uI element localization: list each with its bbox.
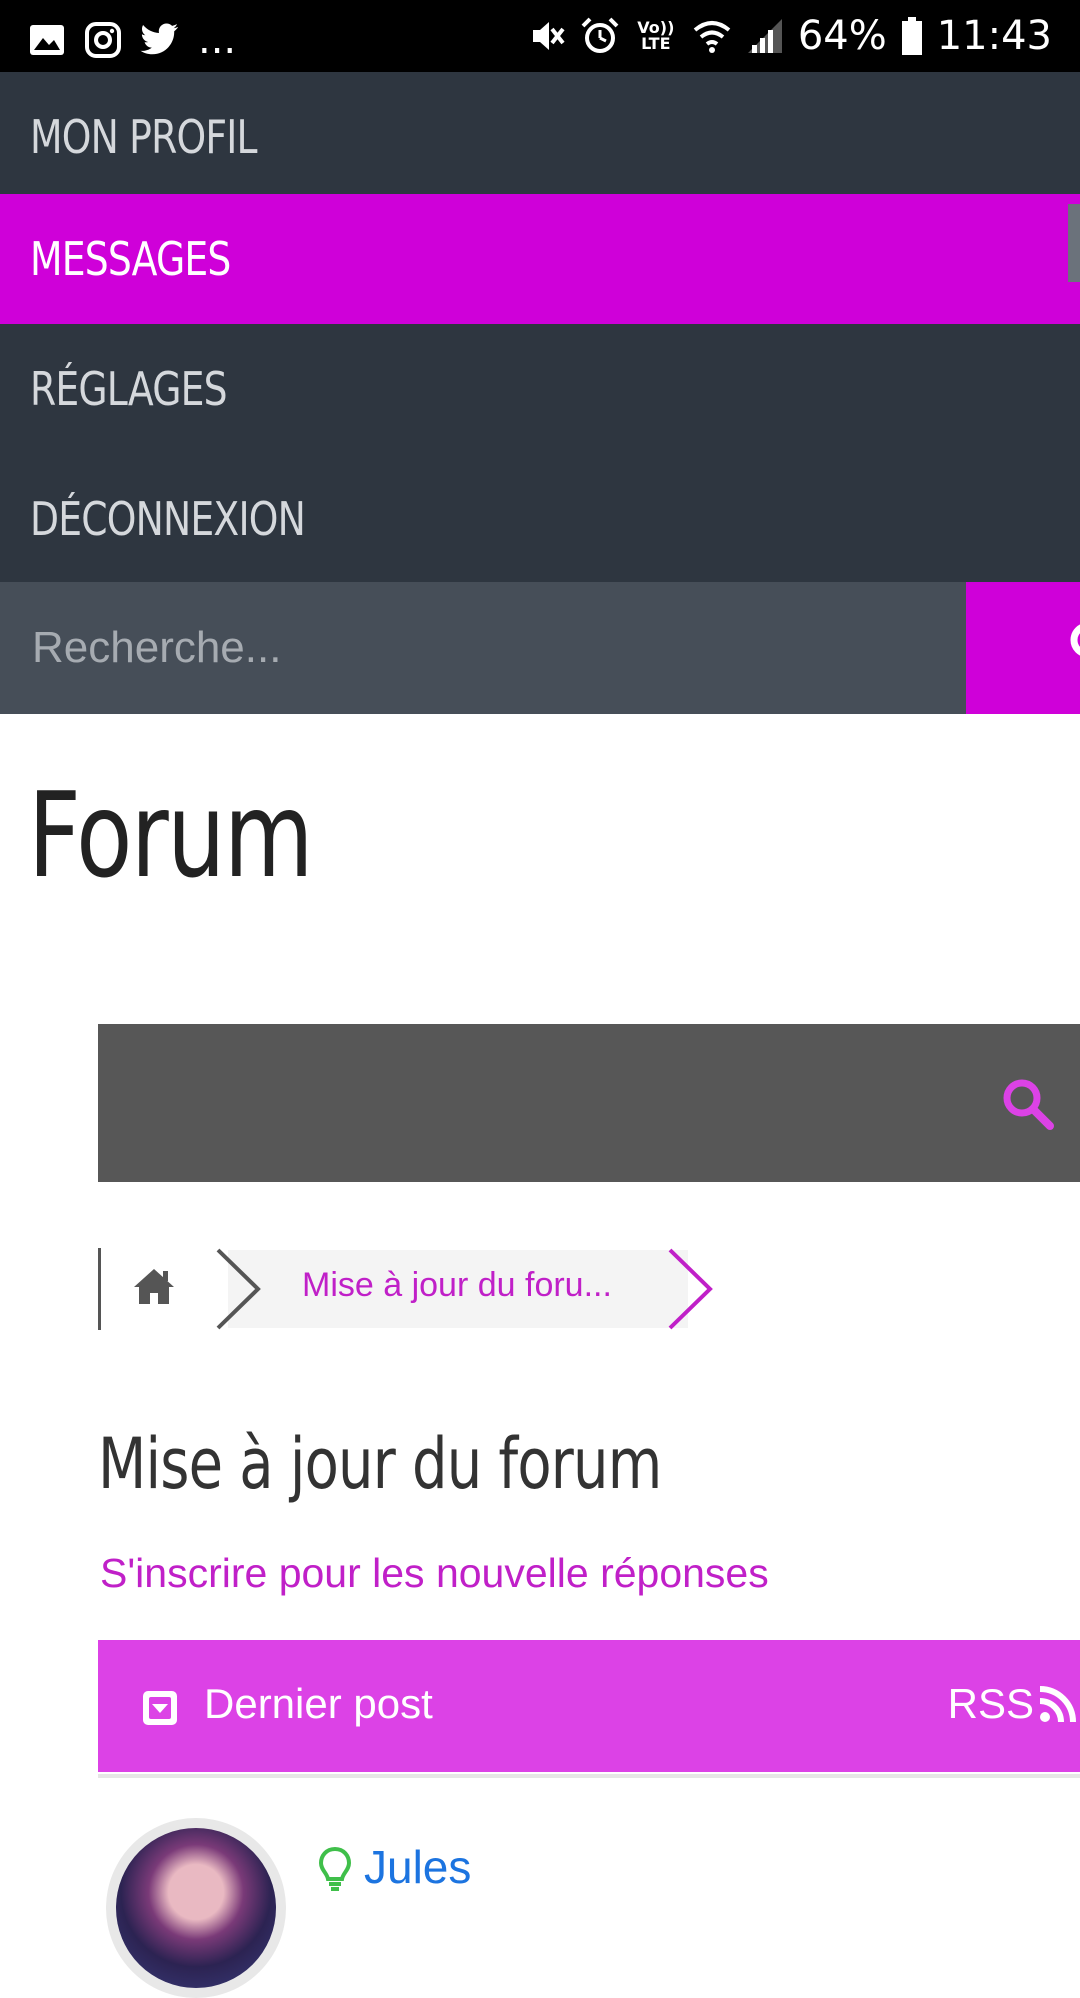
menu-item-label: MON PROFIL: [30, 110, 258, 164]
scrollbar-thumb[interactable]: [1068, 204, 1080, 282]
menu-item-deconnexion[interactable]: DÉCONNEXION: [0, 454, 1080, 584]
signal-icon: [747, 19, 782, 53]
rss-icon[interactable]: [1038, 1686, 1076, 1724]
mute-icon: [532, 22, 565, 50]
breadcrumb: Mise à jour du foru...: [98, 1248, 738, 1330]
post-author[interactable]: Jules: [364, 1840, 471, 1894]
clock: 11:43: [936, 13, 1052, 59]
subscribe-link[interactable]: S'inscrire pour les nouvelle réponses: [100, 1550, 769, 1597]
breadcrumb-current-label[interactable]: Mise à jour du foru...: [302, 1266, 612, 1305]
menu-item-reglages[interactable]: RÉGLAGES: [0, 324, 1080, 454]
breadcrumb-divider: [98, 1248, 101, 1330]
system-icons: Vo)) LTE 64% 11:43: [528, 10, 1052, 62]
wifi-icon: [693, 21, 731, 53]
search-button[interactable]: [966, 582, 1080, 714]
search-icon[interactable]: [1000, 1076, 1056, 1132]
chevron-right-icon: [668, 1248, 713, 1330]
menu-item-messages[interactable]: MESSAGES: [0, 194, 1080, 324]
search-input[interactable]: [0, 582, 966, 714]
divider: [98, 1774, 1080, 1778]
rss-link[interactable]: RSS: [948, 1680, 1034, 1728]
chevron-right-icon: [216, 1248, 261, 1330]
page-title: Forum: [28, 766, 314, 904]
menu-item-label: MESSAGES: [30, 232, 231, 286]
battery-percent: 64%: [797, 13, 887, 59]
posts-header-label: Dernier post: [204, 1680, 433, 1727]
posts-header: Dernier post RSS: [98, 1640, 1080, 1772]
dropdown-icon[interactable]: [140, 1688, 180, 1728]
search-icon: [1070, 624, 1080, 656]
status-bar: ... Vo)) LTE 64% 11:43: [0, 0, 1080, 72]
topic-title: Mise à jour du forum: [98, 1423, 662, 1505]
forum-search-bar: [98, 1024, 1080, 1182]
home-icon[interactable]: [132, 1266, 176, 1306]
nav-menu: MON PROFIL MESSAGES RÉGLAGES DÉCONNEXION: [0, 72, 1080, 582]
search-bar: [0, 582, 1080, 714]
battery-icon: [901, 17, 922, 55]
avatar[interactable]: [116, 1828, 276, 1988]
more-notifications: ...: [198, 17, 237, 63]
menu-item-mon-profil[interactable]: MON PROFIL: [0, 72, 1080, 202]
volte-indicator: Vo)) LTE: [637, 18, 675, 53]
menu-item-label: DÉCONNEXION: [30, 492, 306, 546]
instagram-icon: [85, 22, 121, 58]
menu-item-label: RÉGLAGES: [30, 362, 228, 416]
alarm-icon: [581, 17, 619, 53]
notification-icons: ...: [28, 14, 236, 66]
bulb-icon: [318, 1846, 352, 1891]
gallery-icon: [30, 25, 64, 55]
twitter-icon: [140, 23, 178, 55]
